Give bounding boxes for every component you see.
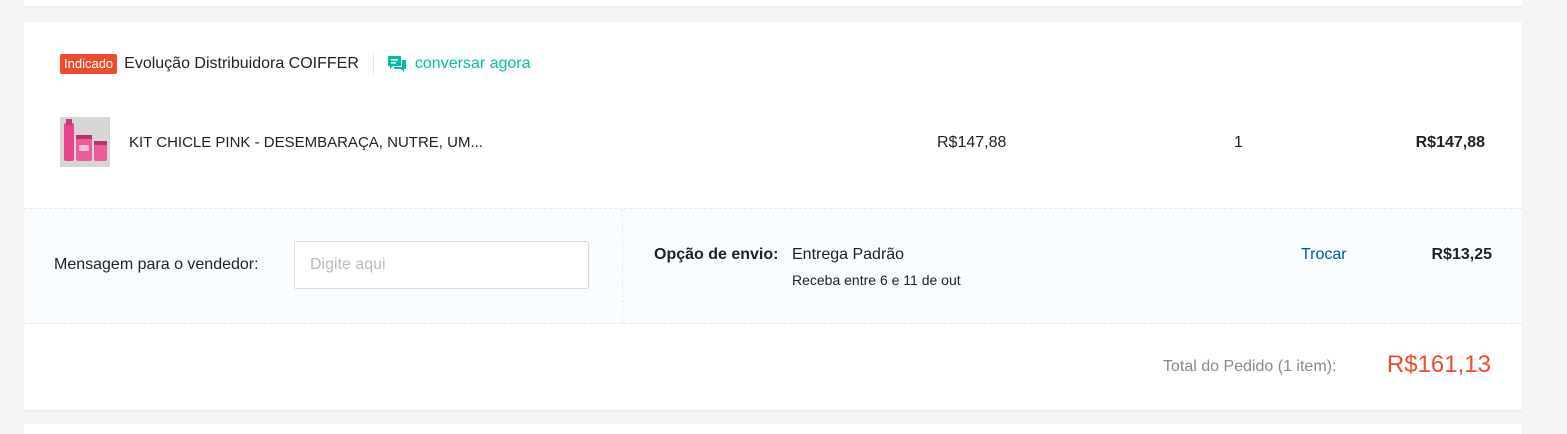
shop-header: Indicado Evolução Distribuidora COIFFER … bbox=[60, 53, 531, 75]
seller-message-label: Mensagem para o vendedor: bbox=[54, 256, 259, 273]
order-total-label: Total do Pedido (1 item): bbox=[1163, 358, 1337, 375]
order-total-value: R$161,13 bbox=[1386, 351, 1491, 378]
shop-order-card: Indicado Evolução Distribuidora COIFFER … bbox=[24, 22, 1522, 410]
chat-icon bbox=[387, 56, 406, 72]
shipping-option-label: Opção de envio: bbox=[654, 246, 779, 263]
chat-now-label: conversar agora bbox=[414, 55, 531, 72]
item-subtotal: R$147,88 bbox=[1415, 134, 1485, 151]
unit-price: R$147,88 bbox=[937, 134, 1007, 151]
seller-message-input[interactable] bbox=[294, 241, 589, 289]
seller-message-area: Mensagem para o vendedor: bbox=[24, 209, 623, 323]
product-thumbnail[interactable] bbox=[60, 117, 110, 167]
product-name: KIT CHICLE PINK - DESEMBARAÇA, NUTRE, UM… bbox=[129, 134, 483, 151]
order-options: Mensagem para o vendedor: Opção de envio… bbox=[24, 208, 1522, 324]
recommended-badge: Indicado bbox=[60, 54, 118, 74]
next-card bbox=[24, 424, 1522, 434]
quantity: 1 bbox=[1234, 134, 1243, 151]
shipping-method: Entrega Padrão bbox=[792, 246, 905, 263]
previous-card bbox=[24, 0, 1522, 6]
divider bbox=[372, 54, 374, 74]
delivery-estimate: Receba entre 6 e 11 de out bbox=[792, 272, 961, 288]
shop-name[interactable]: Evolução Distribuidora COIFFER bbox=[124, 55, 359, 73]
chat-now-button[interactable]: conversar agora bbox=[387, 55, 531, 73]
change-shipping-button[interactable]: Trocar bbox=[1301, 246, 1347, 264]
shipping-price: R$13,25 bbox=[1431, 246, 1493, 263]
product-image-icon bbox=[60, 117, 110, 167]
